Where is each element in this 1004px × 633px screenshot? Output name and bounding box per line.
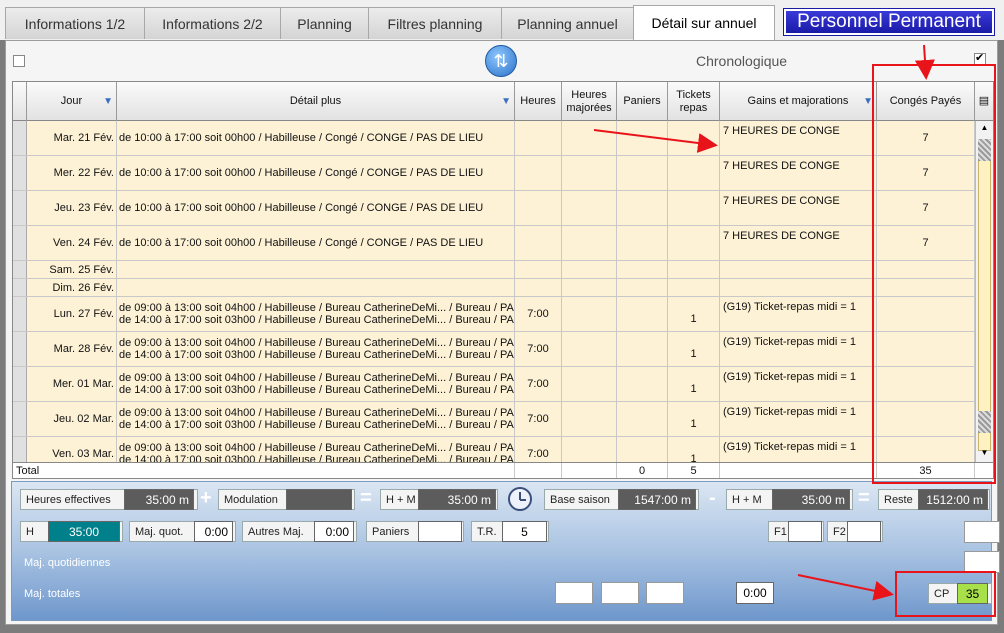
arrow-to-cp (797, 574, 894, 601)
arrow-to-gains (593, 129, 718, 153)
annotation-arrows (593, 44, 935, 601)
arrow-to-conges-header (914, 44, 935, 80)
